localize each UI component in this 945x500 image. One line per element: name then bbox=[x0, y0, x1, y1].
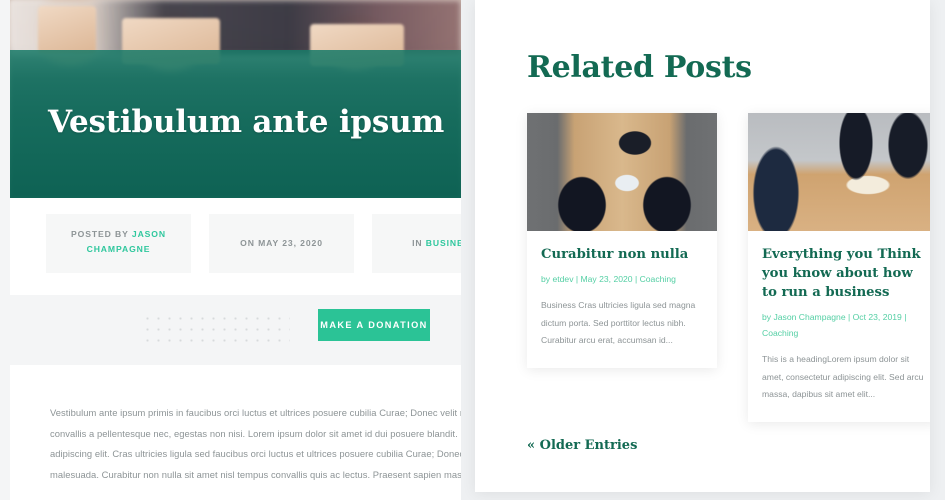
post-body-card: Vestibulum ante ipsum primis in faucibus… bbox=[10, 365, 461, 500]
in-label: IN bbox=[412, 238, 426, 248]
related-post-card[interactable]: Everything you Think you know about how … bbox=[748, 113, 930, 423]
make-a-donation-button[interactable]: MAKE A DONATION bbox=[318, 309, 430, 341]
post-card-body: Curabitur non nulla by etdev | May 23, 2… bbox=[527, 231, 717, 368]
alphabet-block-icon bbox=[38, 6, 96, 54]
related-posts-list: Curabitur non nulla by etdev | May 23, 2… bbox=[527, 113, 930, 423]
meta-box-author: POSTED BY JASON CHAMPAGNE bbox=[46, 214, 191, 274]
category-link[interactable]: BUSINESS bbox=[426, 238, 461, 248]
business-meeting-ledger-photo bbox=[748, 113, 930, 231]
post-date: ON MAY 23, 2020 bbox=[240, 238, 323, 248]
post-title: Vestibulum ante ipsum bbox=[48, 104, 445, 140]
overhead-desk-tablets-photo bbox=[527, 113, 717, 231]
posted-by-label: POSTED BY bbox=[70, 229, 132, 239]
post-card-excerpt: Business Cras ultricies ligula sed magna… bbox=[541, 300, 696, 346]
post-card-meta[interactable]: by etdev | May 23, 2020 | Coaching bbox=[541, 272, 703, 288]
related-posts-panel: Related Posts Curabitur non nulla by etd… bbox=[461, 0, 945, 500]
related-posts-heading: Related Posts bbox=[527, 50, 752, 85]
post-card-excerpt: This is a headingLorem ipsum dolor sit a… bbox=[762, 354, 924, 400]
meta-box-date: ON MAY 23, 2020 bbox=[209, 214, 354, 274]
post-card-body: Everything you Think you know about how … bbox=[748, 231, 930, 422]
post-card-title[interactable]: Everything you Think you know about how … bbox=[762, 245, 924, 302]
post-meta-row: POSTED BY JASON CHAMPAGNE ON MAY 23, 202… bbox=[10, 198, 461, 296]
post-thumbnail[interactable] bbox=[527, 113, 717, 231]
older-entries-link[interactable]: « Older Entries bbox=[527, 438, 637, 453]
post-card-title[interactable]: Curabitur non nulla bbox=[541, 245, 703, 264]
post-body-text: Vestibulum ante ipsum primis in faucibus… bbox=[50, 407, 461, 480]
dot-pattern-decoration bbox=[142, 313, 290, 346]
post-card-meta[interactable]: by Jason Champagne | Oct 23, 2019 | Coac… bbox=[762, 310, 924, 342]
page-root: Vestibulum ante ipsum POSTED BY JASON CH… bbox=[0, 0, 945, 500]
post-thumbnail[interactable] bbox=[748, 113, 930, 231]
meta-box-category: IN BUSINESS bbox=[372, 214, 461, 274]
blog-post-panel: Vestibulum ante ipsum POSTED BY JASON CH… bbox=[0, 0, 461, 500]
hero-banner: Vestibulum ante ipsum bbox=[10, 0, 461, 198]
related-post-card[interactable]: Curabitur non nulla by etdev | May 23, 2… bbox=[527, 113, 717, 368]
related-posts-card: Related Posts Curabitur non nulla by etd… bbox=[475, 0, 930, 492]
